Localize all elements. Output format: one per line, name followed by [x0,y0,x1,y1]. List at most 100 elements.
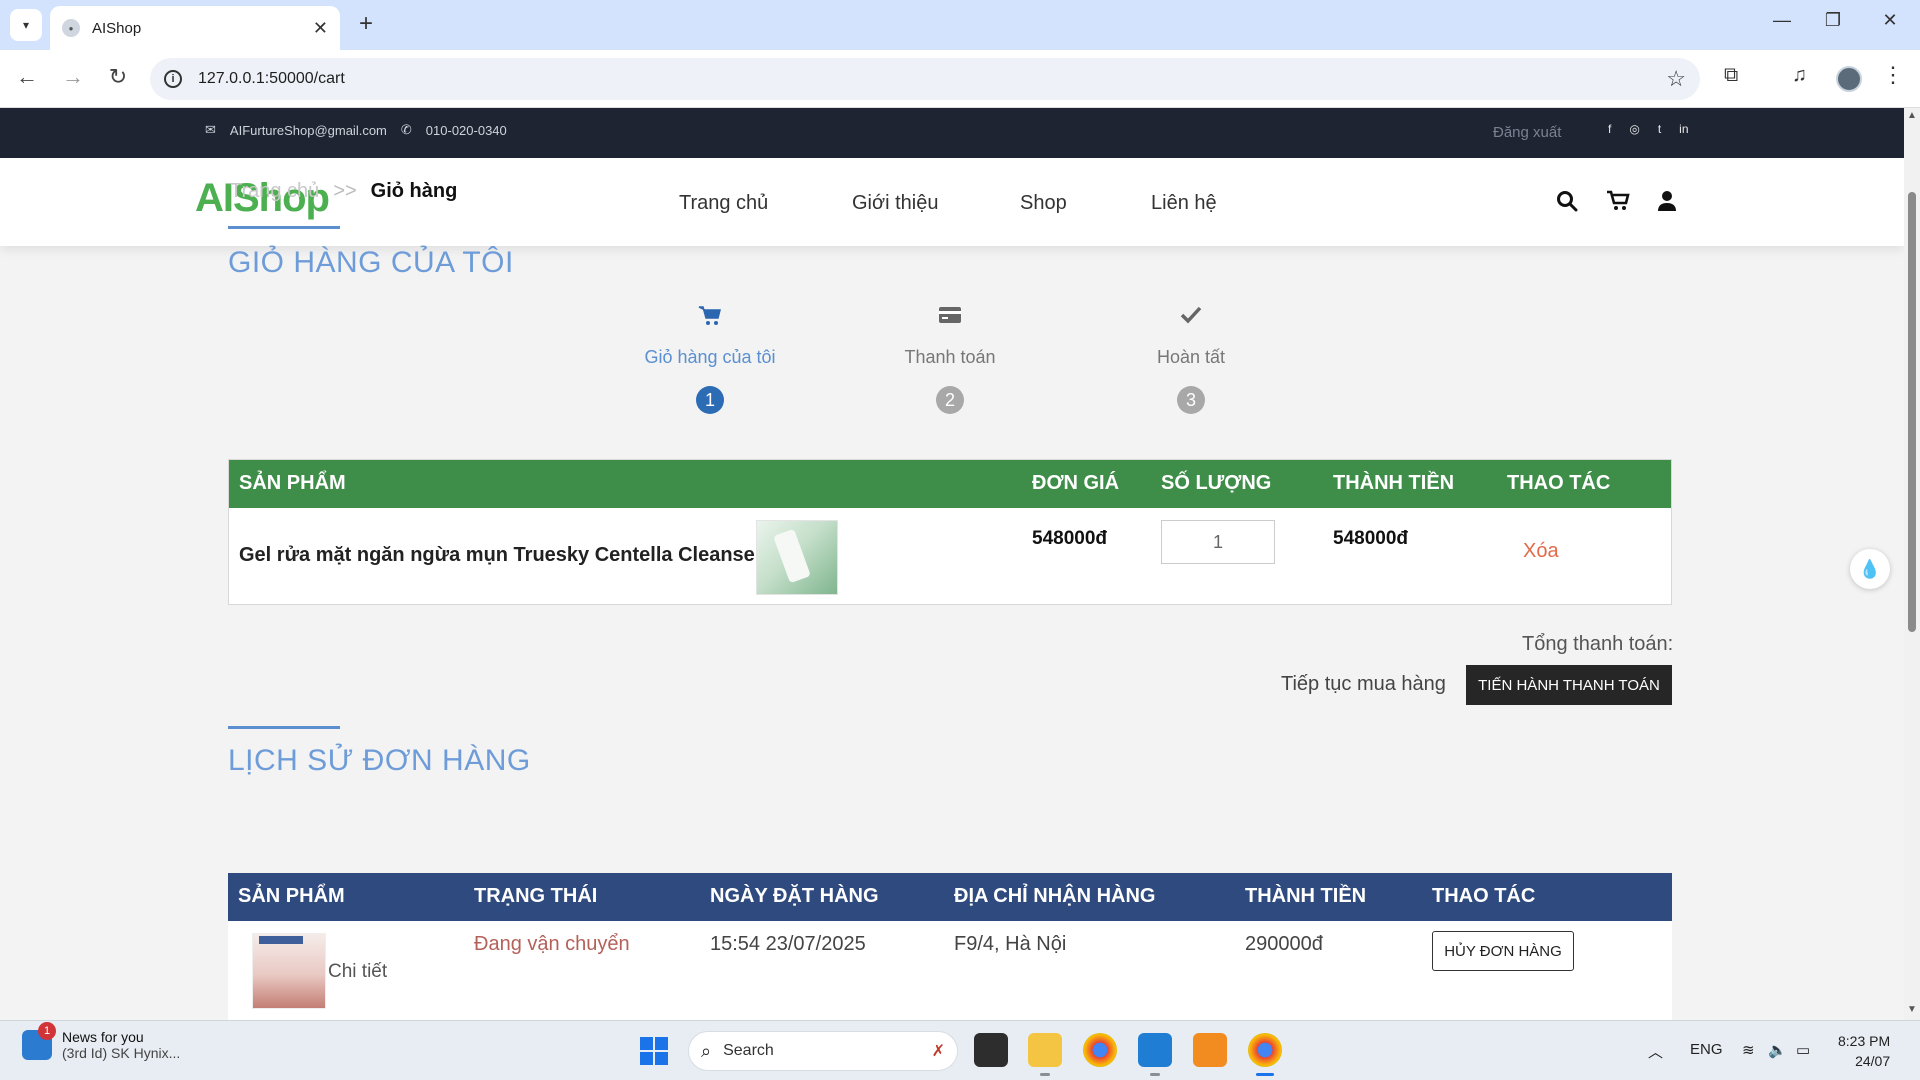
cart-section-title: GIỎ HÀNG CỦA TÔI [228,246,514,279]
site-topbar: ✉ AIFurtureShop@gmail.com ✆ 010-020-0340… [0,108,1904,158]
reload-icon[interactable]: ↻ [103,64,133,90]
col-total: THÀNH TIỀN [1245,885,1367,907]
show-hidden-icons-icon[interactable]: ︿ [1648,1041,1663,1062]
breadcrumb-current: Giỏ hàng [370,180,458,202]
restore-window-icon[interactable]: ❐ [1813,10,1853,31]
close-tab-icon[interactable]: ✕ [313,18,328,39]
site-info-icon[interactable]: i [164,70,182,88]
file-explorer-icon[interactable] [1028,1033,1062,1067]
cancel-order-button[interactable]: HỦY ĐƠN HÀNG [1432,931,1574,971]
news-title: News for you [62,1029,144,1045]
instagram-icon[interactable]: ◎ [1629,122,1639,136]
nav-shop[interactable]: Shop [1020,192,1067,215]
continue-shopping-link[interactable]: Tiếp tục mua hàng [1281,673,1446,696]
col-product: SẢN PHẨM [238,885,345,907]
credit-card-icon [850,305,1050,335]
vscode-app-icon[interactable] [1138,1033,1172,1067]
volume-icon[interactable]: 🔈 [1768,1041,1787,1059]
delete-item-link[interactable]: Xóa [1523,540,1559,563]
sublime-app-icon[interactable] [1193,1033,1227,1067]
bookmark-star-icon[interactable]: ☆ [1666,66,1686,92]
browser-address-bar: ← → ↻ i 127.0.0.1:50000/cart ☆ ⧉ ♫ ⋮ [0,50,1920,108]
product-image[interactable] [756,520,838,595]
table-row: Chi tiết Đang vận chuyển 15:54 23/07/202… [228,921,1672,1031]
chrome-app-icon[interactable] [1083,1033,1117,1067]
site-header: AIShop Trang chủ >> Giỏ hàng Trang chủ G… [0,158,1904,246]
cart-icon [610,305,810,335]
cart-icon[interactable] [1606,190,1630,218]
close-window-icon[interactable]: ✕ [1870,10,1910,31]
col-status: TRẠNG THÁI [474,885,598,907]
col-quantity: SỐ LƯỢNG [1161,472,1272,494]
forward-arrow-icon[interactable]: → [58,64,88,90]
minimize-icon[interactable]: — [1762,10,1802,31]
step-number: 1 [696,386,724,414]
omnibox[interactable]: i 127.0.0.1:50000/cart ☆ [150,58,1700,100]
contact-info: ✉ AIFurtureShop@gmail.com ✆ 010-020-0340 [205,122,521,138]
extensions-puzzle-icon[interactable]: ⧉ [1724,64,1738,87]
news-badge: 1 [38,1022,56,1040]
browser-menu-icon[interactable]: ⋮ [1882,62,1904,88]
input-language[interactable]: ENG [1690,1041,1723,1058]
order-address: F9/4, Hà Nội [954,933,1067,955]
news-subtitle: (3rd Id) SK Hynix... [62,1045,181,1061]
windows-start-icon[interactable] [640,1037,668,1065]
col-unit-price: ĐƠN GIÁ [1032,472,1120,494]
step-label: Hoàn tất [1156,347,1226,367]
taskbar-search[interactable]: ⌕ Search ✗ [688,1031,958,1071]
col-action: THAO TÁC [1507,472,1611,494]
user-account-icon[interactable] [1657,190,1677,218]
nav-home[interactable]: Trang chủ [679,192,768,215]
floating-assistant-icon[interactable]: 💧 [1850,549,1890,589]
clock-time: 8:23 PM [1838,1033,1891,1049]
back-arrow-icon[interactable]: ← [12,64,42,90]
facebook-icon[interactable]: f [1608,122,1611,136]
page-scrollbar[interactable]: ▲ ▼ [1904,108,1920,1020]
section-underline [228,226,340,229]
section-underline [228,726,340,729]
step-payment: Thanh toán 2 [850,305,1050,414]
breadcrumb-separator: >> [333,180,357,202]
battery-icon[interactable]: ▭ [1796,1041,1810,1059]
order-product-image[interactable] [252,933,326,1009]
scroll-up-icon[interactable]: ▲ [1907,110,1917,121]
total-label: Tổng thanh toán: [1522,633,1674,655]
contact-phone: 010-020-0340 [425,122,507,138]
breadcrumb-home[interactable]: Trang chủ [230,180,319,203]
nav-contact[interactable]: Liên hệ [1151,192,1217,215]
browser-tab-aishop[interactable]: ● AIShop ✕ [50,6,340,50]
clock-date: 24/07 [1855,1053,1891,1069]
news-widget[interactable]: 1 News for you (3rd Id) SK Hynix... [22,1022,181,1061]
wifi-icon[interactable]: ≋ [1742,1041,1755,1059]
scroll-down-icon[interactable]: ▼ [1907,1004,1917,1015]
linkedin-icon[interactable]: in [1679,122,1688,136]
order-status: Đang vận chuyển [474,933,630,955]
news-icon: 1 [22,1022,56,1060]
url-text[interactable]: 127.0.0.1:50000/cart [198,70,1666,88]
chrome-profile-app-icon[interactable] [1248,1033,1282,1067]
new-tab-button[interactable]: + [352,11,380,39]
order-date: 15:54 23/07/2025 [710,933,866,955]
checkout-button[interactable]: TIẾN HÀNH THANH TOÁN [1466,665,1672,705]
search-icon: ⌕ [701,1040,712,1061]
search-icon[interactable] [1556,190,1578,218]
profile-avatar[interactable] [1836,66,1862,92]
twitter-icon[interactable]: t [1658,122,1661,136]
media-control-icon[interactable]: ♫ [1792,64,1807,87]
order-detail-link[interactable]: Chi tiết [328,961,387,983]
browser-tab-bar: ▾ ● AIShop ✕ + — ❐ ✕ [0,0,1920,50]
logout-link[interactable]: Đăng xuất [1493,124,1561,141]
cart-table-header: SẢN PHẨM ĐƠN GIÁ SỐ LƯỢNG THÀNH TIỀN THA… [229,460,1671,508]
taskbar-search-placeholder: Search [723,1042,774,1059]
tab-search-dropdown-icon[interactable]: ▾ [10,9,42,41]
nav-about[interactable]: Giới thiệu [852,192,938,215]
col-order-date: NGÀY ĐẶT HÀNG [710,885,879,907]
product-name[interactable]: Gel rửa mặt ngăn ngừa mụn Truesky Centel… [239,544,771,567]
system-clock[interactable]: 8:23 PM 24/07 [1838,1031,1890,1071]
envelope-icon: ✉ [205,122,216,137]
terminal-app-icon[interactable] [974,1033,1008,1067]
col-subtotal: THÀNH TIỀN [1333,472,1455,494]
step-complete: Hoàn tất 3 [1091,305,1291,414]
quantity-input[interactable] [1161,520,1275,564]
scroll-thumb[interactable] [1908,192,1916,632]
